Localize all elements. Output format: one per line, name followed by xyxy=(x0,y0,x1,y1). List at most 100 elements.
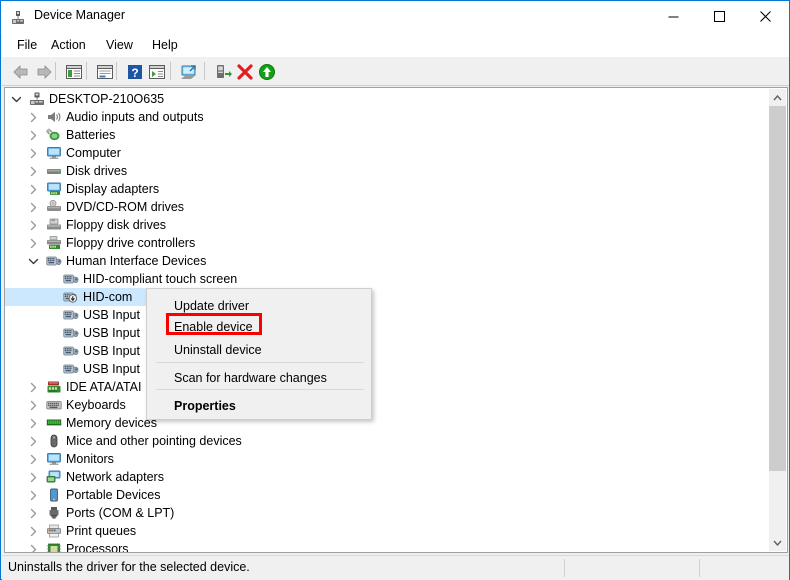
tree-item[interactable]: Batteries xyxy=(5,126,770,144)
chevron-right-icon[interactable] xyxy=(28,490,39,501)
status-bar-text: Uninstalls the driver for the selected d… xyxy=(8,560,250,574)
tree-item[interactable]: Ports (COM & LPT) xyxy=(5,504,770,522)
ide-controller-icon xyxy=(46,380,62,394)
chevron-right-icon[interactable] xyxy=(28,220,39,231)
tree-item[interactable]: HID-compliant touch screen xyxy=(5,270,770,288)
monitor-icon xyxy=(46,452,62,466)
tree-item[interactable]: USB Input xyxy=(5,360,770,378)
tree-item[interactable]: Mice and other pointing devices xyxy=(5,432,770,450)
hid-icon xyxy=(46,254,62,268)
chevron-down-icon[interactable] xyxy=(11,94,22,105)
context-menu-item-scan-for-hardware-changes[interactable]: Scan for hardware changes xyxy=(148,366,372,390)
scroll-up-icon[interactable] xyxy=(769,89,786,106)
context-menu[interactable]: Update driverEnable deviceUninstall devi… xyxy=(146,288,372,420)
chevron-right-icon[interactable] xyxy=(28,148,39,159)
tree-item[interactable]: Floppy disk drives xyxy=(5,216,770,234)
chevron-right-icon[interactable] xyxy=(28,382,39,393)
audio-icon xyxy=(46,110,62,124)
tree-item[interactable]: Human Interface Devices xyxy=(5,252,770,270)
tree-item-label: Disk drives xyxy=(66,163,127,179)
menu-view[interactable]: View xyxy=(99,36,140,54)
tree-item-label: Floppy drive controllers xyxy=(66,235,195,251)
chevron-down-icon[interactable] xyxy=(28,256,39,267)
minimize-button[interactable] xyxy=(650,1,696,32)
tree-item[interactable]: Keyboards xyxy=(5,396,770,414)
context-menu-item-properties[interactable]: Properties xyxy=(148,394,372,418)
scan-computer-icon[interactable] xyxy=(179,62,199,82)
hid-device-icon xyxy=(63,326,79,340)
chevron-right-icon[interactable] xyxy=(28,472,39,483)
tree-item-label: HID-compliant touch screen xyxy=(83,271,237,287)
tree-item[interactable]: IDE ATA/ATAI xyxy=(5,378,770,396)
tree-item-label: Mice and other pointing devices xyxy=(66,433,242,449)
tree-item[interactable]: Print queues xyxy=(5,522,770,540)
tree-item[interactable]: Computer xyxy=(5,144,770,162)
maximize-button[interactable] xyxy=(696,1,742,32)
floppy-controller-icon xyxy=(46,236,62,250)
tree-item[interactable]: Monitors xyxy=(5,450,770,468)
vertical-scrollbar[interactable] xyxy=(768,89,786,551)
menu-bar: FileAction View Help xyxy=(2,33,789,57)
chevron-right-icon[interactable] xyxy=(28,436,39,447)
tree-item[interactable]: DVD/CD-ROM drives xyxy=(5,198,770,216)
chevron-right-icon[interactable] xyxy=(28,112,39,123)
chevron-right-icon[interactable] xyxy=(28,130,39,141)
chevron-right-icon[interactable] xyxy=(28,544,39,553)
hid-device-icon xyxy=(63,362,79,376)
tree-item[interactable]: Audio inputs and outputs xyxy=(5,108,770,126)
show-hide-action-pane-icon[interactable] xyxy=(147,62,167,82)
tree-item[interactable]: Memory devices xyxy=(5,414,770,432)
floppy-disk-icon xyxy=(46,218,62,232)
chevron-right-icon[interactable] xyxy=(28,526,39,537)
tree-item[interactable]: USB Input xyxy=(5,342,770,360)
close-button[interactable] xyxy=(742,1,788,32)
update-driver-icon[interactable] xyxy=(213,62,233,82)
tree-item-label: USB Input xyxy=(83,325,140,341)
tree-item[interactable]: Floppy drive controllers xyxy=(5,234,770,252)
tree-item[interactable]: Portable Devices xyxy=(5,486,770,504)
tree-item-label: Keyboards xyxy=(66,397,126,413)
chevron-right-icon[interactable] xyxy=(28,166,39,177)
device-tree[interactable]: DESKTOP-210O635Audio inputs and outputsB… xyxy=(5,90,770,553)
hid-device-icon xyxy=(63,308,79,322)
tree-item[interactable]: Processors xyxy=(5,540,770,553)
tree-item[interactable]: Display adapters xyxy=(5,180,770,198)
tree-item[interactable]: DESKTOP-210O635 xyxy=(5,90,770,108)
tree-item-label: IDE ATA/ATAI xyxy=(66,379,141,395)
keyboard-icon xyxy=(46,398,62,412)
toolbar-separator xyxy=(55,62,56,80)
hid-device-icon xyxy=(63,272,79,286)
uninstall-device-icon[interactable] xyxy=(235,62,255,82)
tree-item-label: Network adapters xyxy=(66,469,164,485)
tree-item-label: Floppy disk drives xyxy=(66,217,166,233)
help-icon[interactable]: ? xyxy=(125,62,145,82)
chevron-right-icon[interactable] xyxy=(28,238,39,249)
chevron-right-icon[interactable] xyxy=(28,202,39,213)
chevron-right-icon[interactable] xyxy=(28,400,39,411)
scrollbar-thumb[interactable] xyxy=(769,106,786,471)
battery-icon xyxy=(46,128,62,142)
chevron-right-icon[interactable] xyxy=(28,508,39,519)
menu-help[interactable]: Help xyxy=(145,36,185,54)
enable-device-icon[interactable] xyxy=(257,62,277,82)
menu-action[interactable]: Action xyxy=(44,36,93,54)
show-hide-console-tree-icon[interactable] xyxy=(64,62,84,82)
menu-file[interactable]: File xyxy=(10,36,44,54)
context-menu-item-uninstall-device[interactable]: Uninstall device xyxy=(148,338,372,362)
chevron-right-icon[interactable] xyxy=(28,184,39,195)
back-arrow-icon[interactable] xyxy=(11,62,31,82)
device-tree-panel: DESKTOP-210O635Audio inputs and outputsB… xyxy=(4,87,788,553)
tree-item[interactable]: USB Input xyxy=(5,324,770,342)
chevron-right-icon[interactable] xyxy=(28,454,39,465)
tree-item[interactable]: USB Input xyxy=(5,306,770,324)
dvd-drive-icon xyxy=(46,200,62,214)
tree-item[interactable]: Network adapters xyxy=(5,468,770,486)
scroll-down-icon[interactable] xyxy=(769,534,786,551)
tree-item-label: Ports (COM & LPT) xyxy=(66,505,174,521)
tree-item[interactable]: Disk drives xyxy=(5,162,770,180)
forward-arrow-icon[interactable] xyxy=(34,62,54,82)
properties-icon[interactable] xyxy=(95,62,115,82)
chevron-right-icon[interactable] xyxy=(28,418,39,429)
tree-item-label: Human Interface Devices xyxy=(66,253,206,269)
status-bar: Uninstalls the driver for the selected d… xyxy=(2,555,789,580)
